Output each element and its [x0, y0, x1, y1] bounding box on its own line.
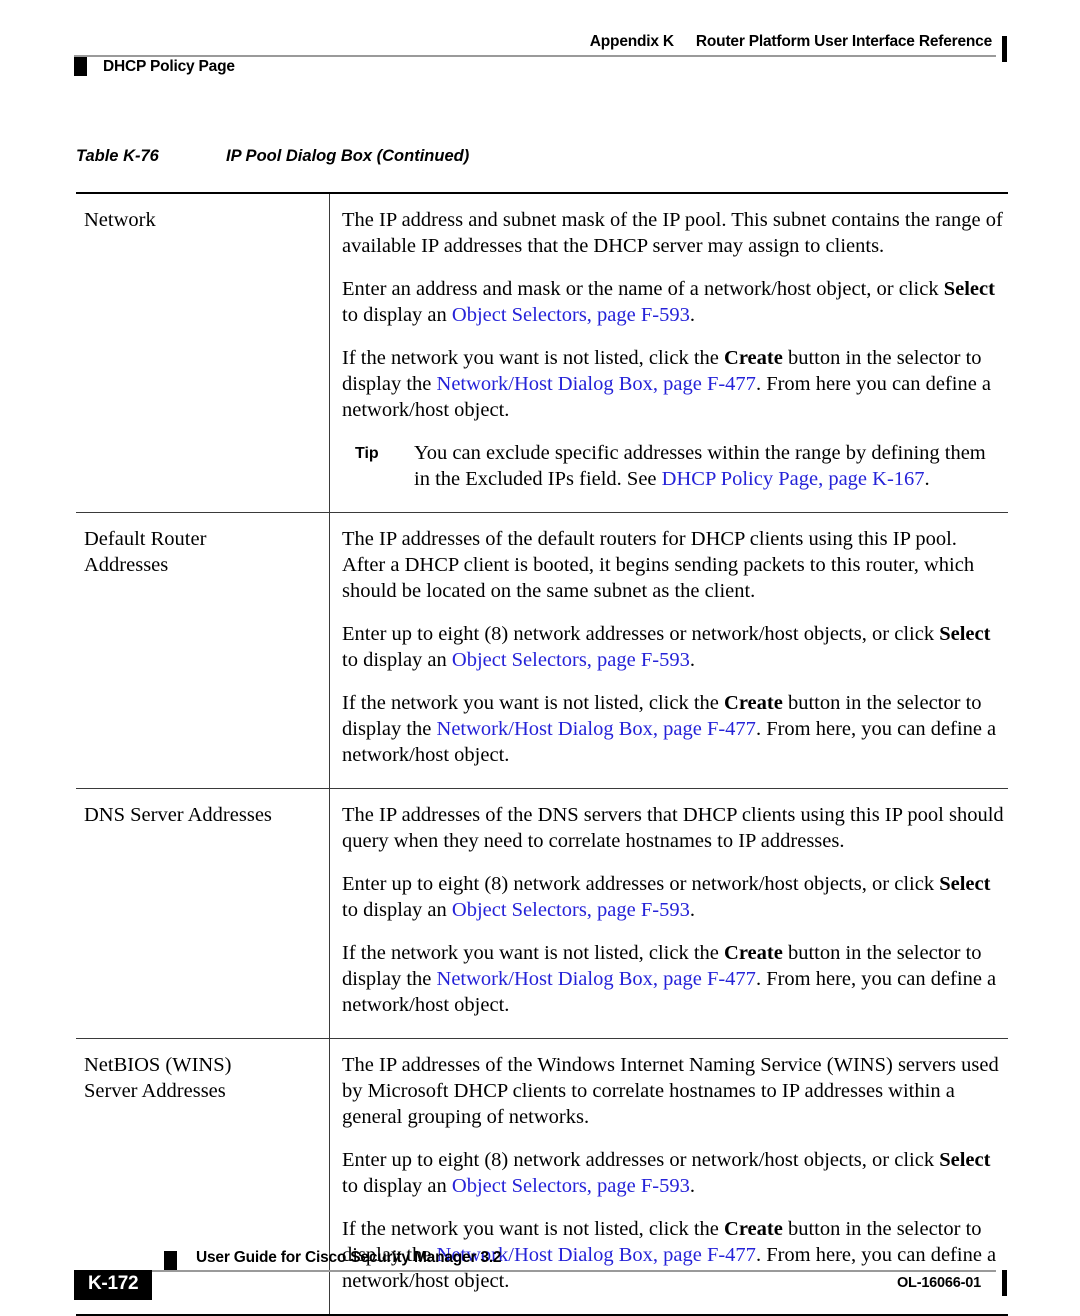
cross-reference-link[interactable]: Network/Host Dialog Box, page F-477 — [437, 373, 756, 395]
description-paragraph: Enter up to eight (8) network addresses … — [342, 621, 1004, 673]
description-paragraph: The IP addresses of the Windows Internet… — [342, 1052, 1004, 1130]
description-paragraph: If the network you want is not listed, c… — [342, 940, 1004, 1018]
body-text: Enter an address and mask or the name of… — [342, 278, 944, 300]
header-bullet-square-icon — [74, 57, 87, 76]
header-appendix-label: Appendix K — [589, 33, 674, 50]
description-paragraph: The IP addresses of the DNS servers that… — [342, 802, 1004, 854]
emphasis-term: Select — [939, 873, 991, 895]
body-text: The IP addresses of the default routers … — [342, 528, 975, 602]
emphasis-term: Create — [724, 347, 783, 369]
footer-change-bar — [1002, 1270, 1007, 1296]
description-paragraph: Enter up to eight (8) network addresses … — [342, 1147, 1004, 1199]
table-row: Default Router Addresses The IP addresses … — [76, 512, 1008, 789]
cross-reference-link[interactable]: Object Selectors, page F-593 — [452, 304, 690, 326]
body-text: to display an — [342, 899, 452, 921]
table-cell-field-name: Network — [76, 192, 330, 513]
emphasis-term: Create — [724, 942, 783, 964]
body-text: . — [689, 1175, 695, 1197]
emphasis-term: Select — [943, 278, 995, 300]
body-text: Enter up to eight (8) network addresses … — [342, 1149, 940, 1171]
field-name-line: DNS Server Addresses — [84, 804, 272, 826]
body-text: . — [924, 468, 930, 490]
table-cell-description: The IP addresses of the default routers … — [329, 512, 1008, 789]
page-header: Appendix K Router Platform User Interface… — [0, 0, 1080, 92]
body-text: Enter up to eight (8) network addresses … — [342, 623, 940, 645]
cross-reference-link[interactable]: Network/Host Dialog Box, page F-477 — [437, 718, 756, 740]
body-text: Enter up to eight (8) network addresses … — [342, 873, 940, 895]
table-cell-field-name: DNS Server Addresses — [76, 788, 330, 1039]
description-paragraph: Enter up to eight (8) network addresses … — [342, 871, 1004, 923]
description-paragraph: The IP address and subnet mask of the IP… — [342, 207, 1004, 259]
body-text: If the network you want is not listed, c… — [342, 692, 725, 714]
description-paragraph: If the network you want is not listed, c… — [342, 690, 1004, 768]
body-text: The IP addresses of the Windows Internet… — [342, 1054, 999, 1128]
cross-reference-link[interactable]: Object Selectors, page F-593 — [452, 1175, 690, 1197]
table-cell-description: The IP addresses of the DNS servers that… — [329, 788, 1008, 1039]
body-text: . — [689, 899, 695, 921]
table-caption: Table K-76 IP Pool Dialog Box (Continued) — [76, 147, 469, 166]
emphasis-term: Select — [939, 623, 991, 645]
field-name-line: Server Addresses — [84, 1080, 226, 1102]
table-row: Network The IP address and subnet mask of… — [76, 192, 1008, 513]
description-paragraph: The IP addresses of the default routers … — [342, 526, 1004, 604]
footer-bullet-square-icon — [164, 1251, 177, 1270]
table-caption-title: IP Pool Dialog Box (Continued) — [226, 147, 470, 165]
cross-reference-link[interactable]: Network/Host Dialog Box, page F-477 — [437, 968, 756, 990]
body-text: to display an — [342, 304, 452, 326]
cross-reference-link[interactable]: Object Selectors, page F-593 — [452, 899, 690, 921]
page-footer: User Guide for Cisco Security Manager 3.… — [0, 1218, 1080, 1311]
cross-reference-link[interactable]: DHCP Policy Page, page K-167 — [662, 468, 925, 490]
field-name-line: NetBIOS (WINS) — [84, 1054, 232, 1076]
body-text: The IP address and subnet mask of the IP… — [342, 209, 1003, 257]
cross-reference-link[interactable]: Object Selectors, page F-593 — [452, 649, 690, 671]
emphasis-term: Create — [724, 692, 783, 714]
footer-document-id: OL-16066-01 — [896, 1275, 981, 1291]
footer-rule — [74, 1270, 996, 1272]
table-caption-number: Table K-76 — [76, 147, 159, 165]
header-rule — [74, 55, 996, 57]
field-name-line: Network — [84, 209, 156, 231]
table-row: DNS Server Addresses The IP addresses of … — [76, 788, 1008, 1039]
tip-label: Tip — [355, 445, 379, 462]
body-text: . — [689, 649, 695, 671]
table-cell-field-name: Default Router Addresses — [76, 512, 330, 789]
tip-note: Tip You can exclude specific addresses wi… — [342, 440, 1004, 492]
body-text: to display an — [342, 649, 452, 671]
body-text: The IP addresses of the DNS servers that… — [342, 804, 1004, 852]
description-paragraph: Enter an address and mask or the name of… — [342, 276, 1004, 328]
footer-guide-label: User Guide for Cisco Security Manager 3.… — [196, 1249, 502, 1266]
body-text: to display an — [342, 1175, 452, 1197]
footer-page-number: K-172 — [74, 1270, 153, 1300]
ip-pool-dialog-box-table: Network The IP address and subnet mask of… — [76, 192, 1008, 1316]
description-paragraph: If the network you want is not listed, c… — [342, 345, 1004, 423]
table-cell-description: The IP address and subnet mask of the IP… — [329, 192, 1008, 513]
emphasis-term: Select — [939, 1149, 991, 1171]
header-title-label: Router Platform User Interface Reference — [695, 33, 992, 50]
field-name-line: Default Router — [84, 528, 207, 550]
header-section-label: DHCP Policy Page — [103, 58, 235, 75]
body-text: If the network you want is not listed, c… — [342, 942, 725, 964]
field-name-line: Addresses — [84, 554, 169, 576]
body-text: . — [689, 304, 695, 326]
header-running-title: Appendix K Router Platform User Interface… — [590, 33, 992, 51]
body-text: If the network you want is not listed, c… — [342, 347, 725, 369]
header-change-bar — [1002, 36, 1007, 62]
